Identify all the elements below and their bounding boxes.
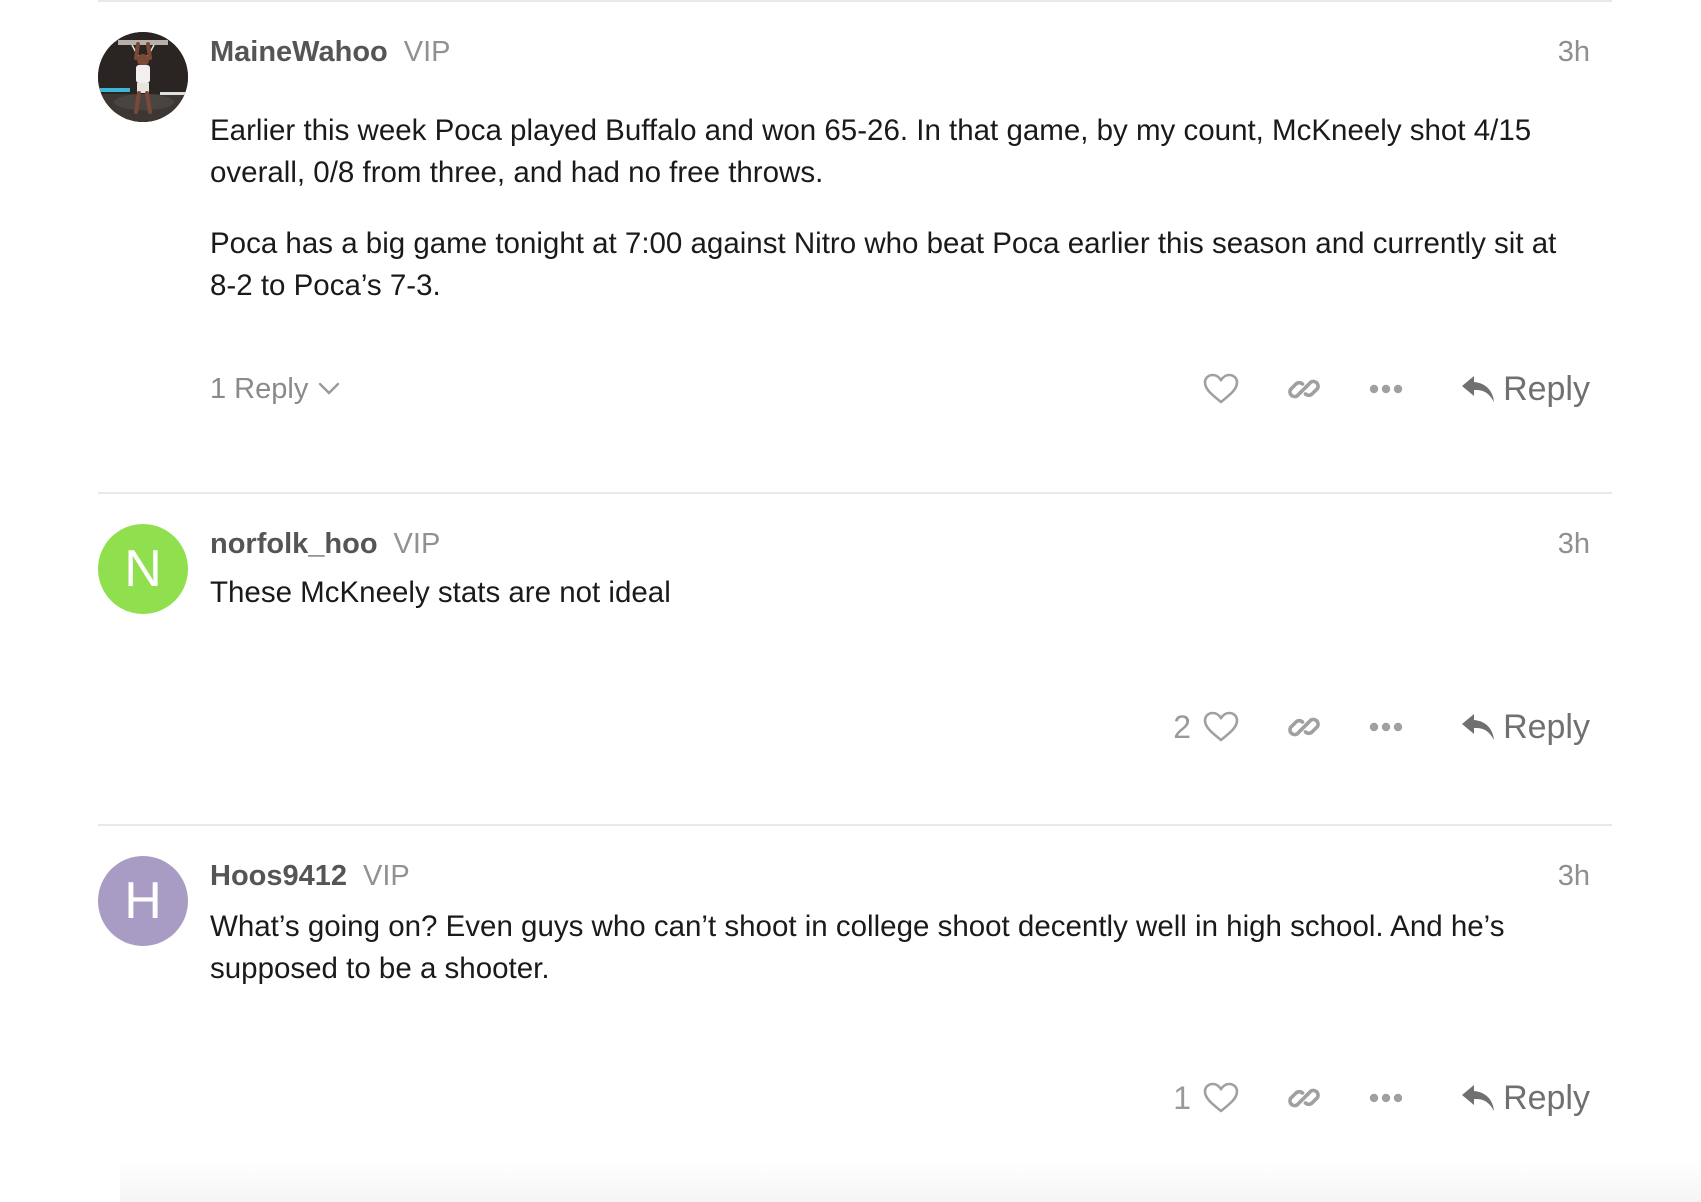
post-paragraph: These McKneely stats are not ideal xyxy=(210,576,671,609)
like-count[interactable]: 2 xyxy=(1173,709,1191,746)
post-paragraph: Poca has a big game tonight at 7:00 agai… xyxy=(210,227,1557,302)
like-group: 2 xyxy=(1173,709,1239,746)
reply-button-label: Reply xyxy=(1503,369,1590,408)
more-options-icon[interactable] xyxy=(1369,1093,1403,1103)
username[interactable]: norfolk_hoo xyxy=(210,528,378,561)
post-controls: 2 Reply xyxy=(1173,708,1590,747)
post-paragraph: What’s going on? Even guys who can’t sho… xyxy=(210,910,1505,985)
avatar-letter: H xyxy=(124,872,162,930)
bottom-fade xyxy=(120,1162,1701,1202)
post-actions: 1 Reply Reply xyxy=(210,364,1590,414)
chevron-down-icon xyxy=(318,382,340,396)
like-group xyxy=(1203,373,1239,405)
topic-stream: MaineWahoo VIP 3h Earlier this week Poca… xyxy=(98,0,1612,1196)
more-options-icon[interactable] xyxy=(1369,722,1403,732)
post: N norfolk_hoo VIP 3h These McKneely stat… xyxy=(98,492,1612,824)
post-date[interactable]: 3h xyxy=(1558,528,1590,561)
post-controls: Reply xyxy=(1203,370,1590,409)
username[interactable]: Hoos9412 xyxy=(210,860,347,893)
post-actions: 2 Reply xyxy=(210,702,1590,752)
post-header: norfolk_hoo VIP 3h xyxy=(210,522,1590,566)
post-controls: 1 Reply xyxy=(1173,1079,1590,1118)
link-icon[interactable] xyxy=(1287,372,1321,406)
post: H Hoos9412 VIP 3h What’s going on? Even … xyxy=(98,824,1612,1196)
reply-button-label: Reply xyxy=(1503,707,1590,746)
post-body: What’s going on? Even guys who can’t sho… xyxy=(210,906,1590,1019)
reply-arrow-icon xyxy=(1461,374,1495,404)
show-replies-button[interactable]: 1 Reply xyxy=(210,373,340,406)
more-options-icon[interactable] xyxy=(1369,384,1403,394)
avatar[interactable] xyxy=(98,32,188,122)
avatar[interactable]: N xyxy=(98,524,188,614)
reply-button[interactable]: Reply xyxy=(1461,708,1590,747)
post-body: Earlier this week Poca played Buffalo an… xyxy=(210,110,1590,336)
post-paragraph: Earlier this week Poca played Buffalo an… xyxy=(210,114,1532,189)
user-title-badge: VIP xyxy=(393,527,441,560)
reply-button[interactable]: Reply xyxy=(1461,370,1590,409)
like-group: 1 xyxy=(1173,1080,1239,1117)
post-actions: 1 Reply xyxy=(210,1073,1590,1123)
user-title-badge: VIP xyxy=(363,859,410,892)
like-count[interactable]: 1 xyxy=(1173,1080,1191,1117)
link-icon[interactable] xyxy=(1287,1081,1321,1115)
reply-button-label: Reply xyxy=(1503,1078,1590,1117)
link-icon[interactable] xyxy=(1287,710,1321,744)
post-date[interactable]: 3h xyxy=(1558,860,1590,893)
heart-icon[interactable] xyxy=(1203,373,1239,405)
reply-button[interactable]: Reply xyxy=(1461,1079,1590,1118)
user-title-badge: VIP xyxy=(403,35,451,68)
post: MaineWahoo VIP 3h Earlier this week Poca… xyxy=(98,0,1612,492)
post-header: MaineWahoo VIP 3h xyxy=(210,30,1590,74)
basketball-dunk-photo xyxy=(98,32,188,122)
heart-icon[interactable] xyxy=(1203,711,1239,743)
reply-arrow-icon xyxy=(1461,712,1495,742)
reply-arrow-icon xyxy=(1461,1083,1495,1113)
heart-icon[interactable] xyxy=(1203,1082,1239,1114)
post-body: These McKneely stats are not ideal xyxy=(210,572,1590,643)
avatar[interactable]: H xyxy=(98,856,188,946)
post-header: Hoos9412 VIP 3h xyxy=(210,854,1590,898)
avatar-letter: N xyxy=(124,540,162,598)
replies-count-label: 1 Reply xyxy=(210,372,309,405)
post-date[interactable]: 3h xyxy=(1558,36,1590,69)
username[interactable]: MaineWahoo xyxy=(210,36,388,69)
